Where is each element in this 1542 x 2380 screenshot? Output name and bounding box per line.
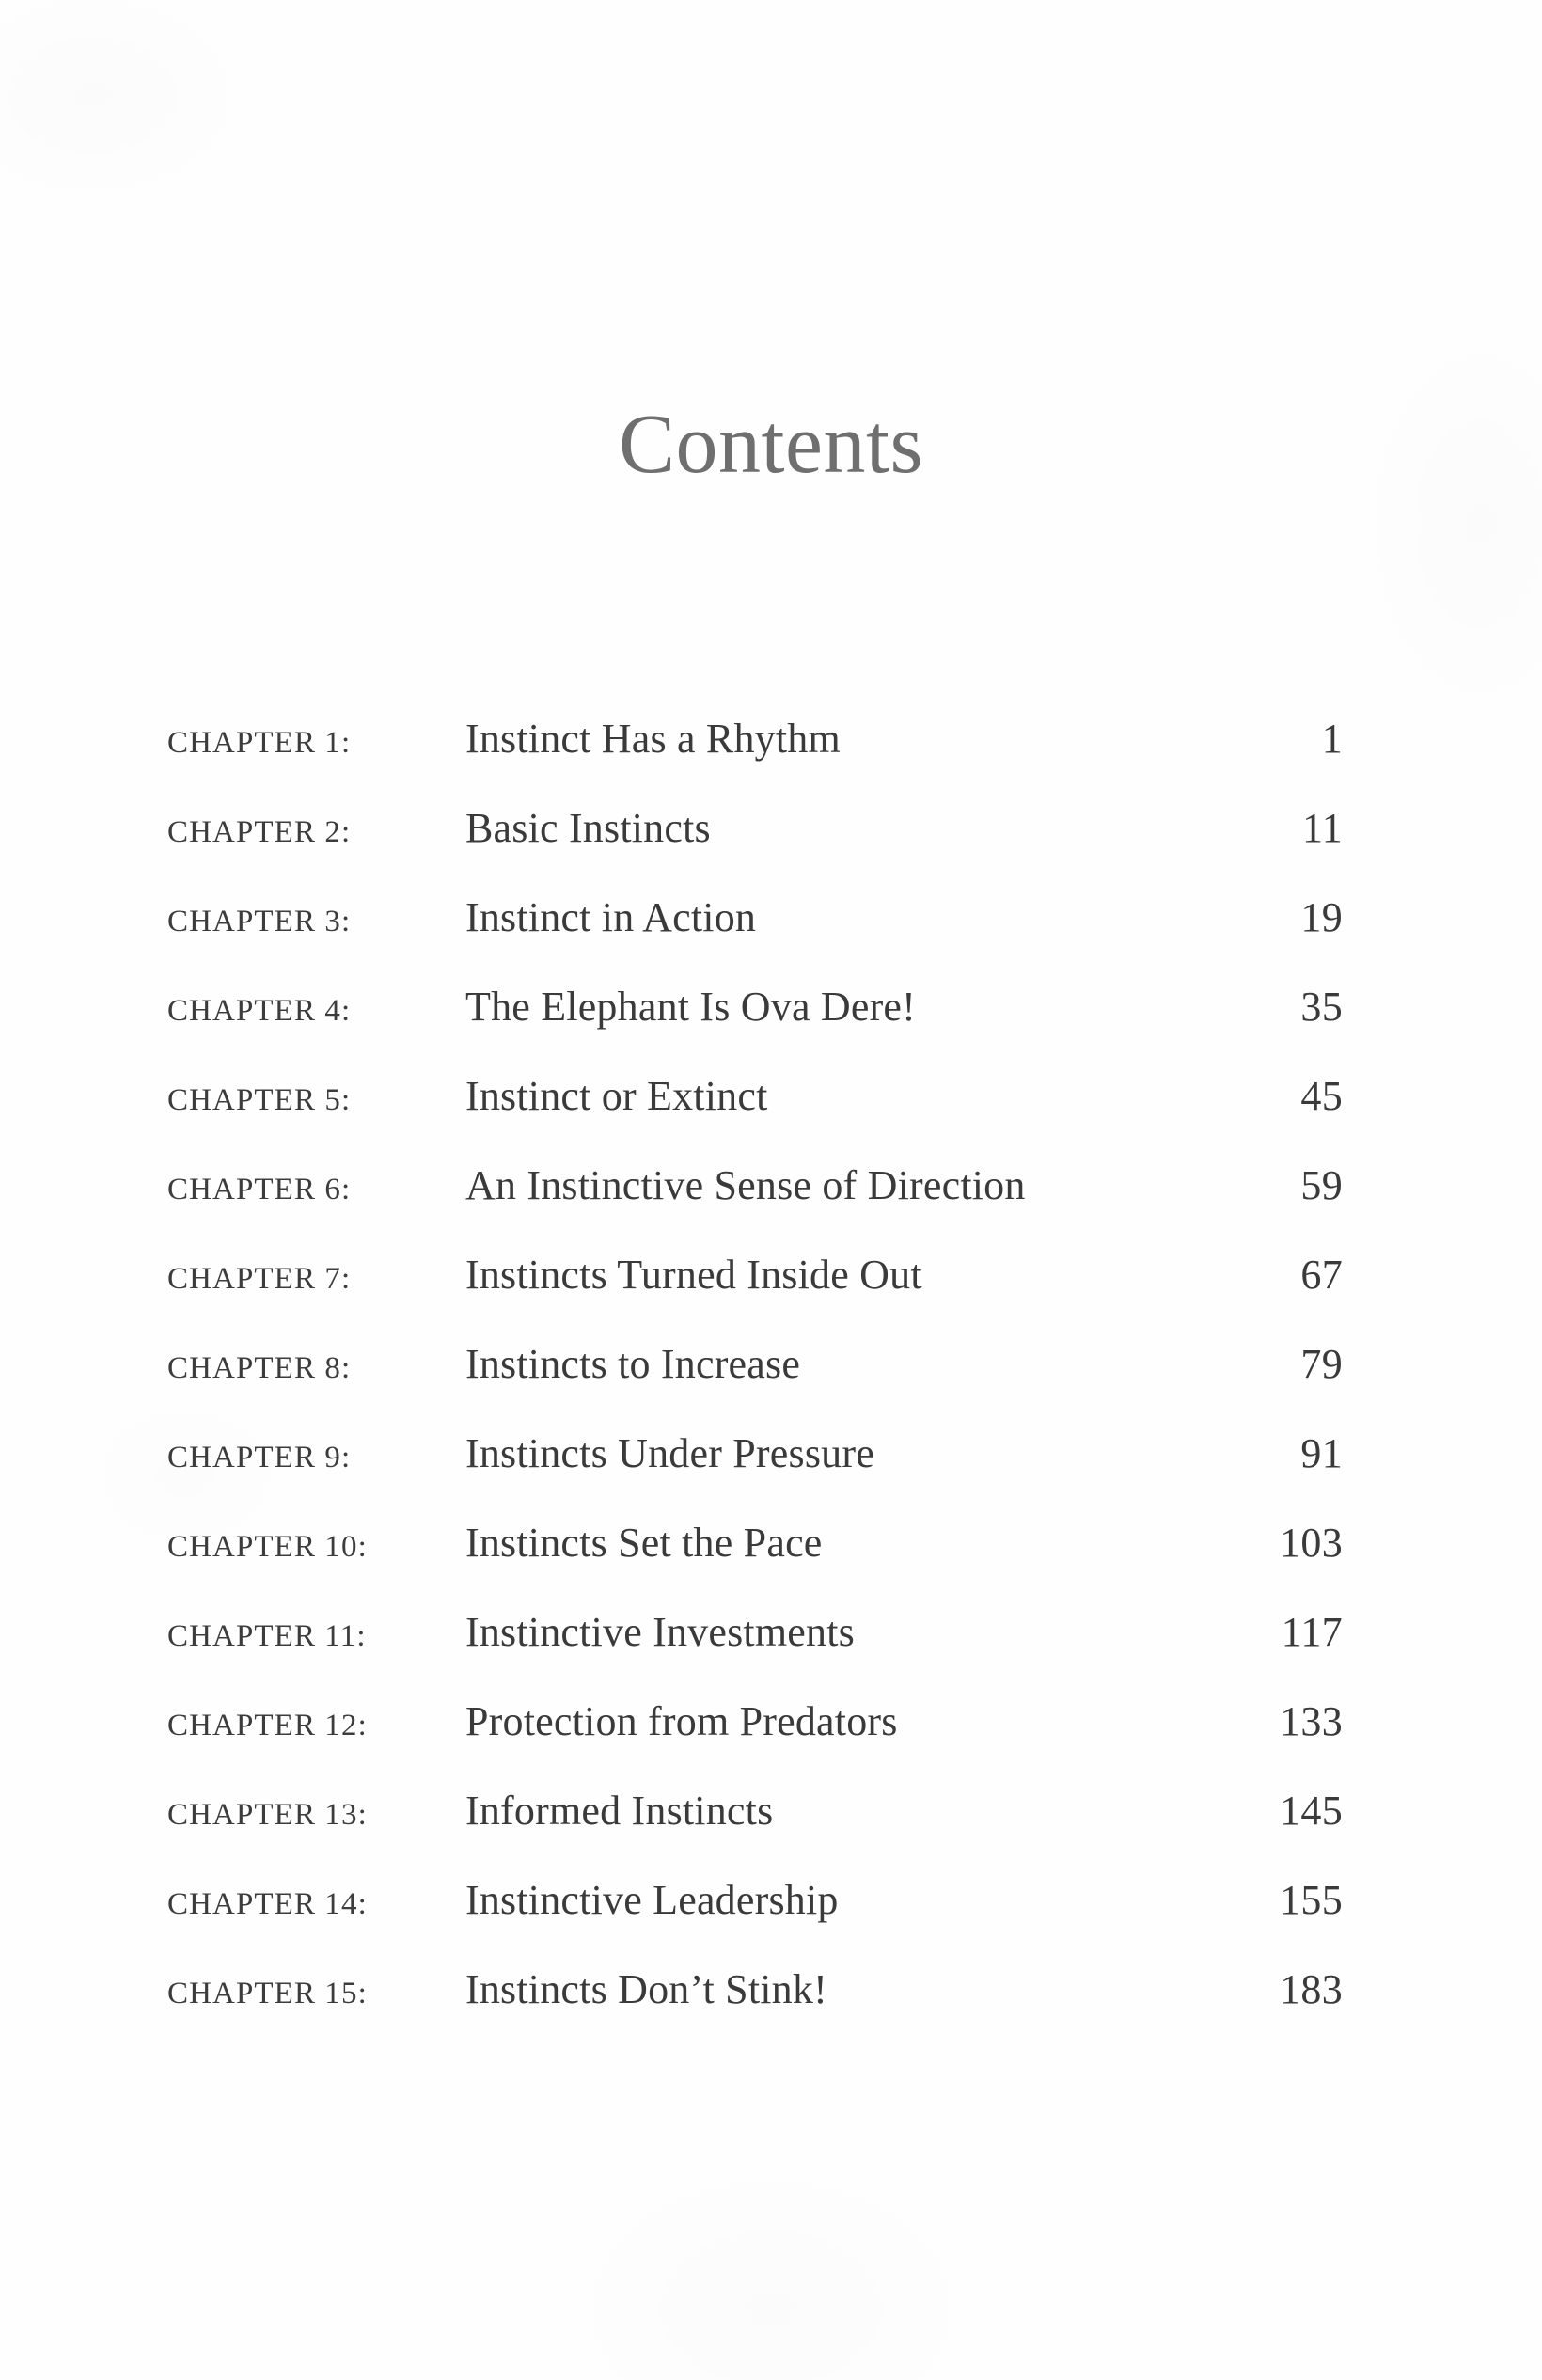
toc-chapter-title: Informed Instincts (465, 1788, 774, 1834)
toc-chapter-label: CHAPTER 6: (167, 1173, 352, 1206)
toc-chapter-label: CHAPTER 9: (167, 1441, 352, 1474)
toc-page-number: 103 (1280, 1520, 1343, 1566)
toc-chapter-title: Instincts Don’t Stink! (465, 1966, 827, 2012)
toc-chapter-label: CHAPTER 2: (167, 815, 352, 849)
toc-chapter-label: CHAPTER 3: (167, 905, 352, 938)
toc-page-number: 59 (1300, 1162, 1343, 1208)
toc-entry[interactable]: CHAPTER 1: Instinct Has a Rhythm 1 (167, 715, 1343, 804)
table-of-contents-list: CHAPTER 1: Instinct Has a Rhythm 1 CHAPTER … (167, 715, 1343, 2055)
toc-chapter-label: CHAPTER 11: (167, 1619, 367, 1653)
page-title: Contents (618, 398, 923, 492)
toc-chapter-label: CHAPTER 14: (167, 1887, 368, 1921)
toc-entry[interactable]: CHAPTER 9: Instincts Under Pressure 91 (167, 1429, 1343, 1519)
toc-chapter-title: Instinct Has a Rhythm (465, 716, 841, 762)
toc-chapter-title: Instincts Turned Inside Out (465, 1252, 922, 1298)
toc-chapter-title: Instincts Set the Pace (465, 1520, 823, 1566)
toc-page-number: 11 (1302, 805, 1343, 851)
toc-page-number: 35 (1300, 984, 1343, 1030)
toc-entry[interactable]: CHAPTER 11: Instinctive Investments 117 (167, 1608, 1343, 1697)
toc-entry[interactable]: CHAPTER 2: Basic Instincts 11 (167, 804, 1343, 893)
toc-chapter-title: Instinctive Leadership (465, 1877, 839, 1923)
toc-entry[interactable]: CHAPTER 14: Instinctive Leadership 155 (167, 1876, 1343, 1965)
toc-page-number: 133 (1280, 1698, 1343, 1744)
toc-chapter-title: Instinct or Extinct (465, 1073, 768, 1119)
toc-chapter-label: CHAPTER 7: (167, 1262, 352, 1296)
toc-entry[interactable]: CHAPTER 15: Instincts Don’t Stink! 183 (167, 1965, 1343, 2055)
toc-entry[interactable]: CHAPTER 12: Protection from Predators 133 (167, 1697, 1343, 1787)
toc-chapter-label: CHAPTER 1: (167, 726, 352, 760)
toc-chapter-title: Instincts to Increase (465, 1341, 801, 1387)
toc-chapter-label: CHAPTER 12: (167, 1709, 368, 1742)
toc-page-number: 19 (1300, 894, 1343, 940)
toc-entry[interactable]: CHAPTER 3: Instinct in Action 19 (167, 893, 1343, 983)
toc-chapter-label: CHAPTER 10: (167, 1530, 368, 1564)
toc-entry[interactable]: CHAPTER 10: Instincts Set the Pace 103 (167, 1519, 1343, 1608)
toc-page-number: 183 (1280, 1966, 1343, 2012)
toc-page-number: 91 (1300, 1430, 1343, 1476)
toc-chapter-title: Instincts Under Pressure (465, 1430, 874, 1476)
toc-page-number: 117 (1281, 1609, 1343, 1655)
toc-entry[interactable]: CHAPTER 13: Informed Instincts 145 (167, 1787, 1343, 1876)
toc-entry[interactable]: CHAPTER 4: The Elephant Is Ova Dere! 35 (167, 983, 1343, 1072)
toc-chapter-title: The Elephant Is Ova Dere! (465, 984, 917, 1030)
toc-entry[interactable]: CHAPTER 5: Instinct or Extinct 45 (167, 1072, 1343, 1161)
toc-chapter-title: An Instinctive Sense of Direction (465, 1162, 1026, 1208)
toc-page-number: 67 (1300, 1252, 1343, 1298)
toc-entry[interactable]: CHAPTER 8: Instincts to Increase 79 (167, 1340, 1343, 1429)
toc-page-number: 45 (1300, 1073, 1343, 1119)
toc-page-number: 155 (1280, 1877, 1343, 1923)
toc-page-number: 145 (1280, 1788, 1343, 1834)
toc-chapter-label: CHAPTER 8: (167, 1351, 352, 1385)
toc-chapter-label: CHAPTER 13: (167, 1798, 368, 1832)
toc-chapter-label: CHAPTER 5: (167, 1083, 352, 1117)
toc-chapter-label: CHAPTER 15: (167, 1977, 368, 2010)
toc-chapter-label: CHAPTER 4: (167, 994, 352, 1028)
toc-chapter-title: Instinct in Action (465, 894, 757, 940)
toc-entry[interactable]: CHAPTER 7: Instincts Turned Inside Out 67 (167, 1251, 1343, 1340)
toc-page-number: 1 (1321, 716, 1343, 762)
toc-chapter-title: Instinctive Investments (465, 1609, 855, 1655)
toc-chapter-title: Protection from Predators (465, 1698, 898, 1744)
toc-chapter-title: Basic Instincts (465, 805, 711, 851)
toc-entry[interactable]: CHAPTER 6: An Instinctive Sense of Direct… (167, 1161, 1343, 1251)
book-contents-page: Contents CHAPTER 1: Instinct Has a Rhythm… (0, 0, 1542, 2380)
toc-page-number: 79 (1300, 1341, 1343, 1387)
